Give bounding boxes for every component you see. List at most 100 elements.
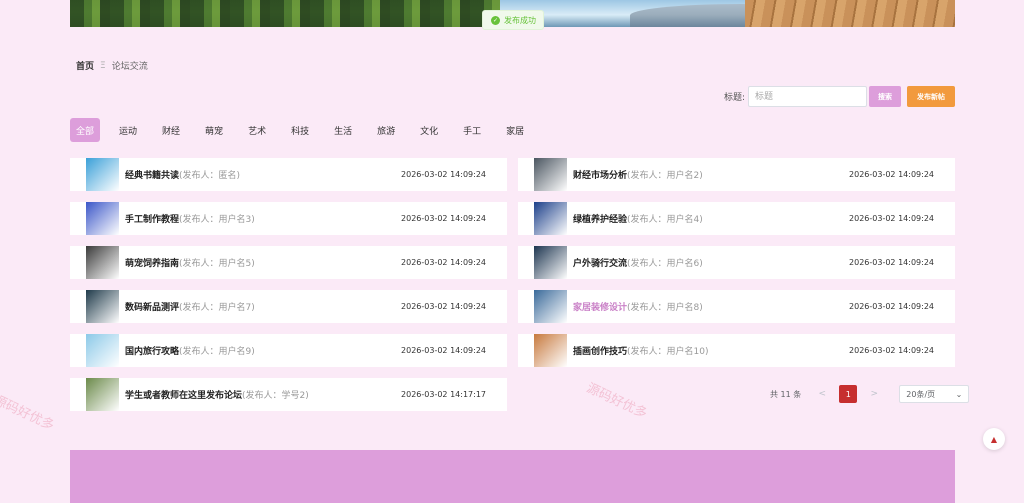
search-button[interactable]: 搜索 xyxy=(869,86,902,107)
tab-1[interactable]: 运动 xyxy=(113,118,143,142)
post-row[interactable]: 萌宠饲养指南(发布人：用户名5) 2026-03-02 14:09:24 xyxy=(70,246,507,279)
pagination: 共 11 条 < 1 > 20条/页 ⌄ xyxy=(770,385,970,403)
post-publisher: (发布人：用户名9) xyxy=(179,347,255,357)
post-title-text[interactable]: 学生或者教师在这里发布论坛 xyxy=(125,391,242,401)
post-publisher: (发布人：用户名10) xyxy=(627,347,709,357)
post-row[interactable]: 财经市场分析(发布人：用户名2) 2026-03-02 14:09:24 xyxy=(518,158,955,191)
post-row[interactable]: 经典书籍共读(发布人：匿名) 2026-03-02 14:09:24 xyxy=(70,158,507,191)
post-title[interactable]: 插画创作技巧(发布人：用户名10) xyxy=(573,344,709,357)
post-title-text[interactable]: 绿植养护经验 xyxy=(573,215,627,225)
category-tabs: 全部 运动 财经 萌宠 艺术 科技 生活 旅游 文化 手工 家居 xyxy=(70,118,543,142)
post-row[interactable]: 家居装修设计(发布人：用户名8) 2026-03-02 14:09:24 xyxy=(518,290,955,323)
success-toast: ✓ 发布成功 xyxy=(482,10,544,30)
caret-up-icon: ▲ xyxy=(990,434,998,444)
post-date: 2026-03-02 14:09:24 xyxy=(401,170,486,179)
post-title[interactable]: 户外骑行交流(发布人：用户名6) xyxy=(573,256,703,269)
post-date: 2026-03-02 14:09:24 xyxy=(401,302,486,311)
post-title[interactable]: 家居装修设计(发布人：用户名8) xyxy=(573,300,703,313)
tab-9[interactable]: 手工 xyxy=(457,118,487,142)
tab-8[interactable]: 文化 xyxy=(414,118,444,142)
tab-3[interactable]: 萌宠 xyxy=(199,118,229,142)
back-to-top-button[interactable]: ▲ xyxy=(983,428,1005,450)
post-row[interactable]: 插画创作技巧(发布人：用户名10) 2026-03-02 14:09:24 xyxy=(518,334,955,367)
post-thumbnail[interactable] xyxy=(534,246,567,279)
chevron-down-icon: ⌄ xyxy=(955,389,963,399)
tab-0[interactable]: 全部 xyxy=(70,118,101,142)
post-thumbnail[interactable] xyxy=(86,158,119,191)
prev-page-button[interactable]: < xyxy=(813,389,831,399)
post-title-text[interactable]: 财经市场分析 xyxy=(573,171,627,181)
post-thumbnail[interactable] xyxy=(86,378,119,411)
tab-2[interactable]: 财经 xyxy=(156,118,186,142)
tab-4[interactable]: 艺术 xyxy=(242,118,272,142)
post-publisher: (发布人：用户名8) xyxy=(627,303,703,313)
post-title-text[interactable]: 户外骑行交流 xyxy=(573,259,627,269)
post-title-text[interactable]: 家居装修设计 xyxy=(573,303,627,313)
current-page-button[interactable]: 1 xyxy=(839,385,858,403)
next-page-button[interactable]: > xyxy=(865,389,883,399)
breadcrumb-current: 论坛交流 xyxy=(111,62,148,72)
footer xyxy=(70,450,955,503)
post-thumbnail[interactable] xyxy=(86,290,119,323)
post-date: 2026-03-02 14:09:24 xyxy=(849,170,934,179)
post-title[interactable]: 学生或者教师在这里发布论坛(发布人：学号2) xyxy=(125,388,309,401)
post-thumbnail[interactable] xyxy=(534,290,567,323)
post-title[interactable]: 萌宠饲养指南(发布人：用户名5) xyxy=(125,256,255,269)
post-row[interactable]: 国内旅行攻略(发布人：用户名9) 2026-03-02 14:09:24 xyxy=(70,334,507,367)
post-row[interactable]: 绿植养护经验(发布人：用户名4) 2026-03-02 14:09:24 xyxy=(518,202,955,235)
breadcrumb-home[interactable]: 首页 xyxy=(76,59,94,72)
post-list: 经典书籍共读(发布人：匿名) 2026-03-02 14:09:24 财经市场分析(… xyxy=(70,158,955,411)
post-title[interactable]: 经典书籍共读(发布人：匿名) xyxy=(125,168,240,181)
search-bar: 标题: 搜索 发布新帖 xyxy=(724,86,956,107)
post-title-text[interactable]: 插画创作技巧 xyxy=(573,347,627,357)
post-date: 2026-03-02 14:09:24 xyxy=(401,258,486,267)
post-thumbnail[interactable] xyxy=(86,202,119,235)
post-title[interactable]: 数码新品测评(发布人：用户名7) xyxy=(125,300,255,313)
tab-5[interactable]: 科技 xyxy=(285,118,315,142)
post-title-text[interactable]: 萌宠饲养指南 xyxy=(125,259,179,269)
post-title-text[interactable]: 数码新品测评 xyxy=(125,303,179,313)
post-title[interactable]: 手工制作教程(发布人：用户名3) xyxy=(125,212,255,225)
post-date: 2026-03-02 14:09:24 xyxy=(849,258,934,267)
post-date: 2026-03-02 14:09:24 xyxy=(401,346,486,355)
breadcrumb-separator: Ξ xyxy=(100,60,106,71)
post-title[interactable]: 国内旅行攻略(发布人：用户名9) xyxy=(125,344,255,357)
post-publisher: (发布人：匿名) xyxy=(179,171,241,181)
post-date: 2026-03-02 14:09:24 xyxy=(849,346,934,355)
publish-post-button[interactable]: 发布新帖 xyxy=(907,86,956,107)
post-row[interactable]: 手工制作教程(发布人：用户名3) 2026-03-02 14:09:24 xyxy=(70,202,507,235)
post-date: 2026-03-02 14:09:24 xyxy=(401,214,486,223)
post-row[interactable]: 户外骑行交流(发布人：用户名6) 2026-03-02 14:09:24 xyxy=(518,246,955,279)
post-row[interactable]: 学生或者教师在这里发布论坛(发布人：学号2) 2026-03-02 14:17:1… xyxy=(70,378,507,411)
post-title-text[interactable]: 国内旅行攻略 xyxy=(125,347,179,357)
watermark: 源码好优多 xyxy=(0,392,57,434)
post-publisher: (发布人：用户名3) xyxy=(179,215,255,225)
tab-6[interactable]: 生活 xyxy=(328,118,358,142)
pagination-total: 共 11 条 xyxy=(770,389,802,399)
post-date: 2026-03-02 14:09:24 xyxy=(849,302,934,311)
post-title[interactable]: 财经市场分析(发布人：用户名2) xyxy=(573,168,703,181)
page-size-select[interactable]: 20条/页 ⌄ xyxy=(899,385,970,403)
post-publisher: (发布人：用户名7) xyxy=(179,303,255,313)
post-thumbnail[interactable] xyxy=(86,246,119,279)
toast-message: 发布成功 xyxy=(504,15,536,25)
tab-7[interactable]: 旅游 xyxy=(371,118,401,142)
post-publisher: (发布人：用户名4) xyxy=(627,215,703,225)
search-input[interactable] xyxy=(748,86,868,107)
post-thumbnail[interactable] xyxy=(534,158,567,191)
post-publisher: (发布人：用户名6) xyxy=(627,259,703,269)
post-row[interactable]: 数码新品测评(发布人：用户名7) 2026-03-02 14:09:24 xyxy=(70,290,507,323)
post-title-text[interactable]: 手工制作教程 xyxy=(125,215,179,225)
check-circle-icon: ✓ xyxy=(491,15,500,25)
post-thumbnail[interactable] xyxy=(534,334,567,367)
post-title-text[interactable]: 经典书籍共读 xyxy=(125,171,179,181)
post-publisher: (发布人：学号2) xyxy=(242,391,309,401)
tab-10[interactable]: 家居 xyxy=(500,118,530,142)
search-label: 标题: xyxy=(724,93,746,103)
post-title[interactable]: 绿植养护经验(发布人：用户名4) xyxy=(573,212,703,225)
page-size-value: 20条/页 xyxy=(906,389,936,399)
post-thumbnail[interactable] xyxy=(86,334,119,367)
post-date: 2026-03-02 14:09:24 xyxy=(849,214,934,223)
post-publisher: (发布人：用户名2) xyxy=(627,171,703,181)
post-thumbnail[interactable] xyxy=(534,202,567,235)
